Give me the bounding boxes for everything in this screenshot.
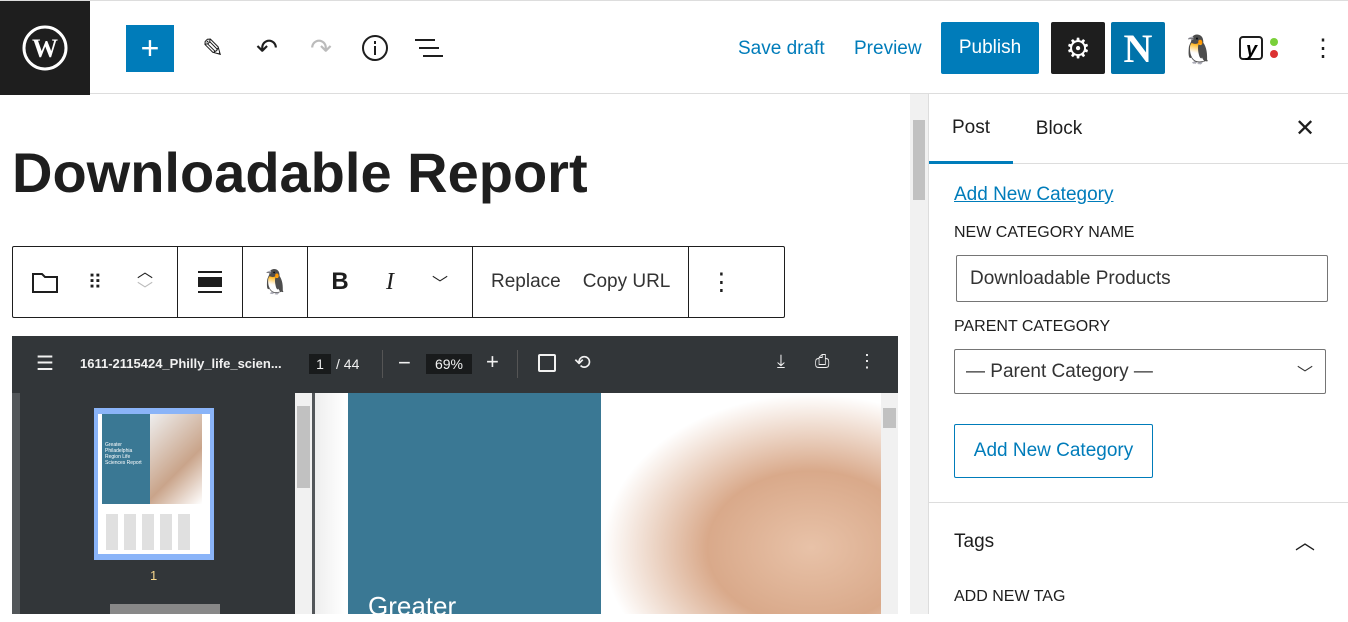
thumbnail-page-label: 1 xyxy=(150,568,158,583)
svg-text:y: y xyxy=(1245,39,1258,61)
replace-button[interactable]: Replace xyxy=(483,271,569,293)
add-new-tag-label: ADD NEW TAG xyxy=(954,588,1066,605)
tab-block[interactable]: Block xyxy=(1019,94,1099,164)
thumbnail-pane: Greater Philadelphia Region Life Science… xyxy=(20,393,295,614)
page-number-input[interactable]: 1 xyxy=(309,354,331,374)
plugin-mascot-icon[interactable]: 🐧 xyxy=(253,260,297,304)
pdf-page: Greater xyxy=(315,393,881,621)
rotate-icon[interactable]: ⟲ xyxy=(574,350,591,375)
wordpress-logo[interactable]: W xyxy=(0,1,90,95)
settings-sidebar: Post Block ✕ Add New Category NEW CATEGO… xyxy=(928,94,1348,614)
plus-icon[interactable]: + xyxy=(126,25,174,72)
info-icon[interactable] xyxy=(358,31,392,65)
close-icon[interactable]: ✕ xyxy=(1295,114,1315,143)
parent-category-select[interactable]: — Parent Category — ﹀ xyxy=(954,349,1326,394)
pdf-toolbar: ☰ 1611-2115424_Philly_life_scien... 1 / … xyxy=(12,336,898,393)
copy-url-button[interactable]: Copy URL xyxy=(575,271,679,293)
zoom-in-icon[interactable]: + xyxy=(486,349,499,375)
add-new-category-button[interactable]: Add New Category xyxy=(954,424,1153,478)
editor-scrollbar[interactable] xyxy=(910,94,928,614)
menu-icon[interactable]: ☰ xyxy=(36,351,54,376)
thumbnail-cover-text: Greater Philadelphia Region Life Science… xyxy=(102,414,150,504)
thumbnail-scrollbar[interactable] xyxy=(295,393,312,614)
add-new-category-link[interactable]: Add New Category xyxy=(954,184,1113,206)
parent-category-label: PARENT CATEGORY xyxy=(954,318,1111,335)
align-icon[interactable] xyxy=(188,260,232,304)
bold-button[interactable]: B xyxy=(318,260,362,304)
tags-panel-title[interactable]: Tags xyxy=(954,531,994,553)
new-category-label: NEW CATEGORY NAME xyxy=(954,224,1135,241)
page-total: / 44 xyxy=(336,356,360,372)
folder-icon[interactable] xyxy=(23,260,67,304)
page-heading: Greater xyxy=(368,591,457,621)
chevron-down-icon: ﹀ xyxy=(1296,366,1313,383)
preview-button[interactable]: Preview xyxy=(854,38,922,60)
redo-icon[interactable]: ↷ xyxy=(304,31,338,65)
zoom-input[interactable]: 69% xyxy=(426,354,472,374)
plugin-mascot-icon[interactable]: 🐧 xyxy=(1180,31,1216,67)
yoast-icon[interactable]: y xyxy=(1238,34,1282,64)
parent-category-value: — Parent Category — xyxy=(966,361,1153,382)
print-icon[interactable]: ⎙ xyxy=(815,351,829,372)
block-toolbar: ⠿ ︿ ﹀ 🐧 B I ﹀ Replace Copy URL ⋮ xyxy=(12,246,785,318)
list-view-icon[interactable] xyxy=(412,31,446,65)
svg-text:W: W xyxy=(32,34,58,63)
move-up-down-icon[interactable]: ︿ ﹀ xyxy=(123,260,167,304)
thumbnail-page-1[interactable]: Greater Philadelphia Region Life Science… xyxy=(94,408,214,560)
more-options-icon[interactable]: ⋮ xyxy=(699,260,743,304)
pdf-filename: 1611-2115424_Philly_life_scien... xyxy=(80,356,282,371)
fit-page-icon[interactable] xyxy=(538,354,556,372)
top-toolbar: W + ✎ ↶ ↷ Save draft Preview Publish ⚙ N… xyxy=(0,0,1348,95)
zoom-out-icon[interactable]: − xyxy=(398,350,411,376)
more-vertical-icon[interactable]: ⋮ xyxy=(858,351,876,372)
new-category-input[interactable]: Downloadable Products xyxy=(956,255,1328,302)
undo-icon[interactable]: ↶ xyxy=(250,31,284,65)
tab-post[interactable]: Post xyxy=(929,94,1013,164)
chevron-down-icon[interactable]: ﹀ xyxy=(418,260,462,304)
gear-icon[interactable]: ⚙ xyxy=(1051,22,1105,74)
cover-photo xyxy=(601,393,881,614)
pdf-scrollbar[interactable] xyxy=(881,393,898,614)
publish-button[interactable]: Publish xyxy=(941,22,1039,74)
newspack-n-icon[interactable]: N xyxy=(1111,22,1165,74)
chevron-up-icon[interactable]: ︿ xyxy=(1295,526,1315,555)
download-icon[interactable]: ⤓ xyxy=(777,351,785,372)
drag-handle-icon[interactable]: ⠿ xyxy=(73,260,117,304)
post-title[interactable]: Downloadable Report xyxy=(12,140,588,205)
save-draft-button[interactable]: Save draft xyxy=(738,38,825,60)
pencil-icon[interactable]: ✎ xyxy=(196,31,230,65)
pdf-viewer: ☰ 1611-2115424_Philly_life_scien... 1 / … xyxy=(12,336,898,621)
more-vertical-icon[interactable]: ⋮ xyxy=(1310,31,1336,65)
italic-button[interactable]: I xyxy=(368,260,412,304)
